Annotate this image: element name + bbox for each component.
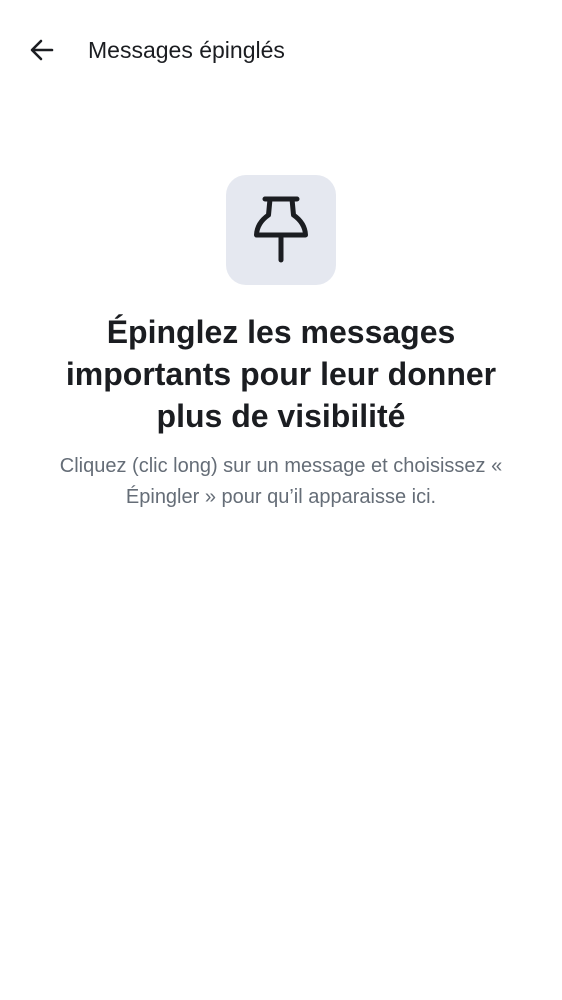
page-title: Messages épinglés <box>88 37 285 63</box>
empty-state-headline: Épinglez les messages importants pour le… <box>65 314 497 434</box>
app-header: Messages épinglés <box>0 0 562 100</box>
empty-state-description: Cliquez (clic long) sur un message et ch… <box>59 455 503 508</box>
arrow-left-icon <box>30 39 54 61</box>
back-button[interactable] <box>22 30 62 70</box>
empty-state: Épinglez les messages importants pour le… <box>0 175 562 513</box>
pin-icon-tile <box>226 175 336 285</box>
pin-icon <box>254 196 308 263</box>
